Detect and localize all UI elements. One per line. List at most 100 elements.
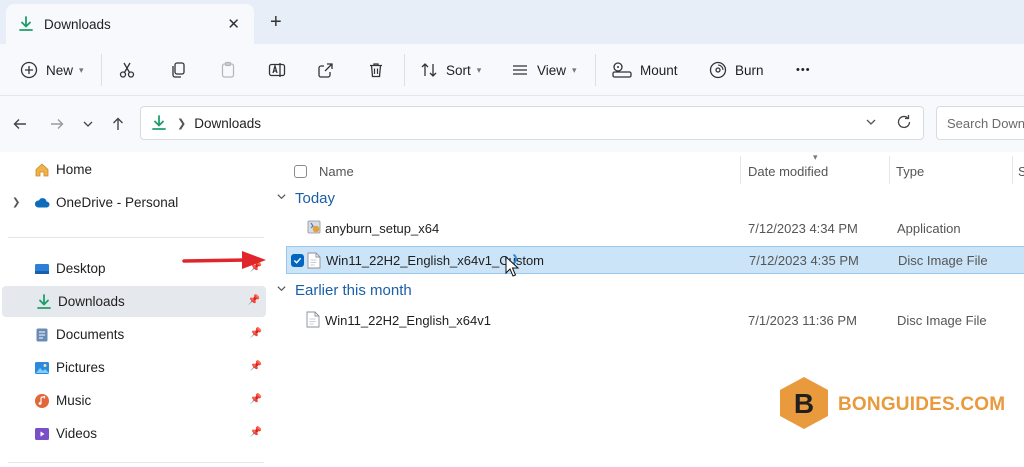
row-checkbox[interactable] xyxy=(291,254,304,267)
tab-bar: Downloads ✕ + xyxy=(0,0,1024,44)
mount-label: Mount xyxy=(640,62,678,78)
group-header-today[interactable]: Today xyxy=(276,187,335,209)
view-list-icon xyxy=(511,61,529,79)
music-icon xyxy=(34,393,50,409)
collapse-chevron-icon xyxy=(276,283,287,297)
red-arrow-icon xyxy=(182,248,268,277)
file-name: anyburn_setup_x64 xyxy=(325,220,440,236)
pin-icon[interactable]: 📌 xyxy=(248,295,260,306)
up-arrow-icon[interactable] xyxy=(108,114,128,134)
mount-button[interactable]: Mount xyxy=(612,56,678,84)
watermark: B BONGUIDES.COM xyxy=(778,376,1005,433)
watermark-text: BONGUIDES.COM xyxy=(838,393,1006,415)
tab-downloads[interactable]: Downloads ✕ xyxy=(6,4,254,44)
cloud-icon xyxy=(34,195,50,211)
toolbar-divider xyxy=(595,54,596,86)
file-type: Disc Image File xyxy=(897,312,987,328)
scissors-icon xyxy=(118,61,136,79)
sidebar-item-music[interactable]: Music 📌 xyxy=(0,385,268,416)
search-input[interactable]: Search Downlo xyxy=(936,106,1024,140)
file-name: Win11_22H2_English_x64v1 xyxy=(325,312,491,328)
back-arrow-icon[interactable] xyxy=(10,114,30,134)
sort-button[interactable]: Sort ▾ xyxy=(420,56,481,84)
installer-icon xyxy=(306,219,322,238)
sidebar-divider xyxy=(8,237,264,238)
forward-arrow-icon[interactable] xyxy=(47,114,67,134)
toolbar-divider xyxy=(101,54,102,86)
sidebar-item-downloads[interactable]: Downloads 📌 xyxy=(2,286,266,317)
file-type: Application xyxy=(897,220,961,236)
copy-icon xyxy=(169,61,187,79)
refresh-icon[interactable] xyxy=(895,113,913,135)
desktop-icon xyxy=(34,261,50,277)
download-icon xyxy=(151,115,167,131)
file-row[interactable]: anyburn_setup_x64 7/12/2023 4:34 PM Appl… xyxy=(286,214,1024,242)
file-row-selected[interactable]: Win11_22H2_English_x64v1_Custom 7/12/202… xyxy=(286,246,1024,274)
sidebar-divider xyxy=(8,462,264,463)
column-divider[interactable] xyxy=(740,156,741,184)
copy-button[interactable] xyxy=(169,56,187,84)
column-header-date[interactable]: Date modified xyxy=(748,156,828,186)
sidebar-item-pictures[interactable]: Pictures 📌 xyxy=(0,352,268,383)
view-button[interactable]: View ▾ xyxy=(511,56,577,84)
column-header-name[interactable]: Name xyxy=(294,156,354,186)
new-button[interactable]: New ▾ xyxy=(20,56,84,84)
pin-icon[interactable]: 📌 xyxy=(250,427,262,438)
sidebar-item-label: Documents xyxy=(56,327,125,342)
file-date: 7/1/2023 11:36 PM xyxy=(748,312,857,328)
pin-icon[interactable]: 📌 xyxy=(250,394,262,405)
sidebar-item-onedrive[interactable]: OneDrive - Personal xyxy=(0,187,268,218)
burn-button[interactable]: Burn xyxy=(709,56,764,84)
clipboard-icon xyxy=(219,61,237,79)
column-name-label: Name xyxy=(319,163,354,179)
column-divider[interactable] xyxy=(889,156,890,184)
address-dropdown-chevron-icon[interactable] xyxy=(865,116,877,131)
sidebar-item-documents[interactable]: Documents 📌 xyxy=(0,319,268,350)
pin-icon[interactable]: 📌 xyxy=(250,328,262,339)
view-label: View xyxy=(537,62,567,78)
group-label: Today xyxy=(295,189,336,207)
share-button[interactable] xyxy=(317,56,335,84)
tab-title: Downloads xyxy=(44,16,111,32)
address-bar[interactable]: ❯ Downloads xyxy=(140,106,924,140)
mouse-pointer-icon xyxy=(503,253,529,282)
file-row[interactable]: Win11_22H2_English_x64v1 7/1/2023 11:36 … xyxy=(286,306,1024,334)
recent-locations-chevron-icon[interactable] xyxy=(78,114,98,134)
rename-button[interactable] xyxy=(268,56,286,84)
download-icon xyxy=(36,293,52,310)
cut-button[interactable] xyxy=(118,56,136,84)
document-icon xyxy=(34,327,50,343)
column-header-type[interactable]: Type xyxy=(896,156,924,186)
sidebar-item-label: Desktop xyxy=(56,261,106,276)
disc-image-file-icon xyxy=(306,311,320,331)
trash-icon xyxy=(367,61,385,79)
group-header-earlier-this-month[interactable]: Earlier this month xyxy=(276,279,412,301)
disc-drive-icon xyxy=(612,61,632,79)
chevron-down-icon: ▾ xyxy=(79,64,84,75)
disc-image-file-icon xyxy=(307,252,321,272)
file-type: Disc Image File xyxy=(898,252,988,268)
bonguides-logo-icon: B xyxy=(778,376,830,433)
sidebar-item-label: Music xyxy=(56,393,92,408)
delete-button[interactable] xyxy=(367,56,385,84)
burn-label: Burn xyxy=(735,62,764,78)
column-header-size[interactable]: S xyxy=(1018,156,1024,186)
paste-button[interactable] xyxy=(219,56,237,84)
sidebar-item-home[interactable]: Home xyxy=(0,154,268,185)
select-all-checkbox[interactable] xyxy=(294,164,307,178)
close-tab-icon[interactable]: ✕ xyxy=(227,15,240,33)
svg-text:B: B xyxy=(794,388,814,419)
breadcrumb-downloads[interactable]: Downloads xyxy=(194,116,261,131)
breadcrumb-chevron-icon[interactable]: ❯ xyxy=(177,117,186,130)
pin-icon[interactable]: 📌 xyxy=(250,361,262,372)
pictures-icon xyxy=(34,360,50,376)
address-row: ❯ Downloads Search Downlo xyxy=(0,96,1024,152)
sidebar-item-label: Downloads xyxy=(58,294,125,309)
sidebar-item-videos[interactable]: Videos 📌 xyxy=(0,418,268,449)
sidebar-item-label: Home xyxy=(56,162,93,177)
videos-icon xyxy=(34,426,50,442)
more-options-button[interactable]: ••• xyxy=(796,56,811,84)
new-tab-button[interactable]: + xyxy=(270,12,282,32)
chevron-down-icon: ▾ xyxy=(572,64,577,75)
column-divider[interactable] xyxy=(1012,156,1013,184)
